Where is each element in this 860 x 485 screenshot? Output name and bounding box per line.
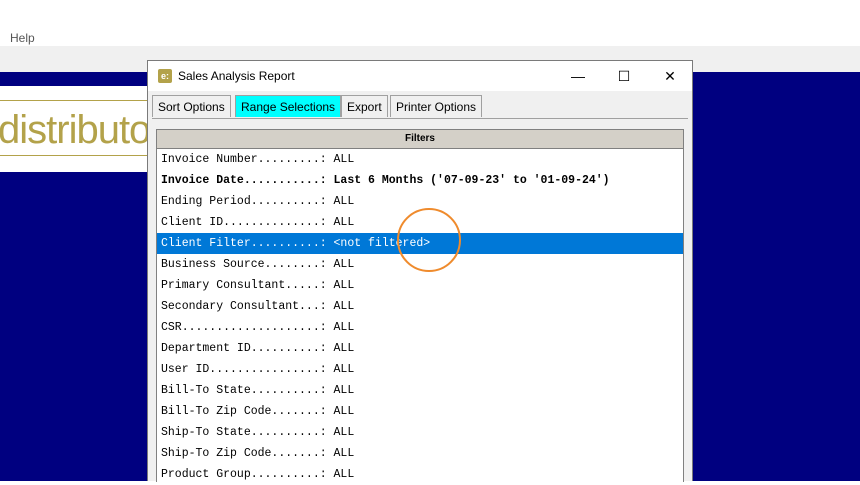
filter-row-business-source[interactable]: Business Source........: ALL [157, 254, 683, 275]
filters-panel: Filters Invoice Number.........: ALL Inv… [156, 129, 684, 482]
filter-row-client-filter[interactable]: Client Filter..........: <not filtered> [157, 233, 683, 254]
title-bar[interactable]: e: Sales Analysis Report — ☐ ✕ [148, 61, 692, 91]
logo-text: distributor [0, 108, 164, 152]
filter-row-user-id[interactable]: User ID................: ALL [157, 359, 683, 380]
sales-analysis-dialog: e: Sales Analysis Report — ☐ ✕ Sort Opti… [147, 60, 693, 482]
tab-divider [152, 118, 688, 119]
filter-row-invoice-number[interactable]: Invoice Number.........: ALL [157, 149, 683, 170]
app-icon: e: [158, 69, 172, 83]
tab-export[interactable]: Export [341, 95, 388, 117]
menu-help[interactable]: Help [10, 31, 35, 45]
filter-row-csr[interactable]: CSR....................: ALL [157, 317, 683, 338]
close-button[interactable]: ✕ [647, 61, 693, 91]
filter-row-bill-to-zip[interactable]: Bill-To Zip Code.......: ALL [157, 401, 683, 422]
filter-row-invoice-date[interactable]: Invoice Date...........: Last 6 Months (… [157, 170, 683, 191]
filter-row-department-id[interactable]: Department ID..........: ALL [157, 338, 683, 359]
dialog-title: Sales Analysis Report [178, 69, 295, 83]
tab-sort-options[interactable]: Sort Options [152, 95, 231, 117]
menu-bar: Help [0, 0, 860, 46]
filter-row-ship-to-zip[interactable]: Ship-To Zip Code.......: ALL [157, 443, 683, 464]
logo: distributor [0, 86, 164, 172]
maximize-button[interactable]: ☐ [601, 61, 647, 91]
filter-row-primary-consultant[interactable]: Primary Consultant.....: ALL [157, 275, 683, 296]
tab-range-selections[interactable]: Range Selections [235, 95, 342, 117]
filters-list: Invoice Number.........: ALL Invoice Dat… [157, 149, 683, 485]
filter-row-secondary-consultant[interactable]: Secondary Consultant...: ALL [157, 296, 683, 317]
filter-row-ending-period[interactable]: Ending Period..........: ALL [157, 191, 683, 212]
tab-printer-options[interactable]: Printer Options [390, 95, 483, 117]
filter-row-ship-to-state[interactable]: Ship-To State..........: ALL [157, 422, 683, 443]
filters-header: Filters [157, 130, 683, 149]
filter-row-client-id[interactable]: Client ID..............: ALL [157, 212, 683, 233]
minimize-button[interactable]: — [555, 61, 601, 91]
filter-row-bill-to-state[interactable]: Bill-To State..........: ALL [157, 380, 683, 401]
filter-row-product-group[interactable]: Product Group..........: ALL [157, 464, 683, 485]
